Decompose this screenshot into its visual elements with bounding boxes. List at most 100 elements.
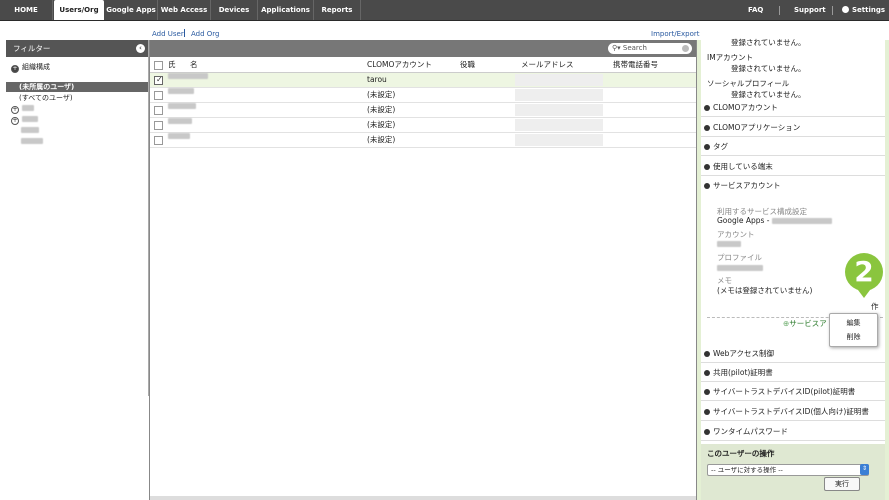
chevron-down-icon (704, 125, 710, 131)
row-clomo: (未設定) (367, 105, 396, 114)
tree-item-label: (未所属のユーザ) (19, 83, 75, 91)
chevron-down-icon (704, 370, 710, 376)
section-label: Webアクセス制御 (713, 349, 774, 358)
tree-item-label: (すべてのユーザ) (19, 94, 73, 102)
col-title[interactable]: 役職 (460, 57, 475, 72)
user-ops-select[interactable]: -- ユーザに対する操作 -- ⇕ (707, 464, 869, 476)
chevron-down-icon (704, 144, 710, 150)
org-tree-toggle[interactable]: + 組織構成 (11, 62, 50, 73)
collapse-icon[interactable]: ‹ (136, 44, 145, 53)
tab-users-org[interactable]: Users/Org (54, 0, 104, 20)
section-clomo-account[interactable]: CLOMOアカウント (701, 100, 885, 117)
support-link[interactable]: Support (794, 0, 826, 20)
row-checkbox[interactable] (154, 121, 163, 130)
section-web-access[interactable]: Webアクセス制御 (701, 346, 885, 363)
dropdown-arrow-icon: ⇕ (860, 464, 869, 475)
redacted-text (717, 241, 741, 247)
redacted-text (168, 118, 192, 124)
row-checkbox[interactable] (154, 136, 163, 145)
tab-web-access[interactable]: Web Access (158, 0, 211, 20)
add-user-link[interactable]: Add User (152, 30, 184, 38)
section-label: 共用(pilot)証明書 (713, 368, 773, 377)
check-icon: ✓ (156, 75, 163, 84)
section-cybertrust-personal[interactable]: サイバートラストデバイスID(個人向け)証明書 (701, 404, 885, 421)
menu-item-delete[interactable]: 削除 (830, 332, 877, 342)
row-checkbox[interactable] (154, 106, 163, 115)
row-checkbox[interactable] (154, 91, 163, 100)
tree-item-org[interactable]: + (11, 104, 34, 114)
row-clomo: tarou (367, 75, 387, 84)
table-row[interactable]: (未設定) (150, 133, 696, 148)
redacted-text (168, 103, 196, 109)
section-label: CLOMOアカウント (713, 103, 778, 112)
col-clomo-account[interactable]: CLOMOアカウント (367, 57, 432, 72)
row-email (515, 119, 603, 131)
gear-icon (842, 6, 849, 13)
detail-line: 登録されていません。 (731, 90, 806, 99)
redacted-text (168, 88, 194, 94)
col-first-name[interactable]: 名 (190, 57, 198, 72)
grid-toolbar: ⚲▾ Search (150, 40, 696, 57)
section-label: CLOMOアプリケーション (713, 123, 801, 132)
select-all-checkbox[interactable] (154, 61, 163, 70)
add-service-label: サービスア (789, 319, 827, 328)
menu-item-edit[interactable]: 編集 (830, 318, 877, 328)
table-row[interactable]: (未設定) (150, 103, 696, 118)
table-row[interactable]: (未設定) (150, 118, 696, 133)
row-clomo: (未設定) (367, 135, 396, 144)
expand-icon[interactable]: + (11, 117, 19, 125)
search-input[interactable]: ⚲▾ Search (608, 43, 692, 54)
section-otp[interactable]: ワンタイムパスワード (701, 424, 885, 441)
redacted-text (717, 265, 763, 271)
nav-separator (779, 6, 780, 15)
row-email (515, 104, 603, 116)
tree-item-org[interactable] (21, 137, 43, 145)
row-email (515, 134, 603, 146)
redacted-text (771, 218, 832, 224)
tab-home[interactable]: HOME (0, 0, 53, 20)
user-ops-title: このユーザーの操作 (707, 449, 775, 458)
section-label: タグ (713, 142, 728, 151)
execute-button[interactable]: 実行 (824, 477, 860, 491)
table-row[interactable]: ✓ tarou (150, 73, 696, 88)
context-menu: 編集 削除 (829, 313, 878, 347)
row-checkbox[interactable]: ✓ (154, 75, 163, 85)
search-placeholder: Search (622, 44, 647, 52)
section-devices[interactable]: 使用している端末 (701, 159, 885, 176)
col-last-name[interactable]: 氏 (168, 57, 176, 72)
section-shared-cert[interactable]: 共用(pilot)証明書 (701, 365, 885, 382)
tab-applications[interactable]: Applications (258, 0, 314, 20)
settings-link[interactable]: Settings (842, 0, 885, 20)
section-clomo-apps[interactable]: CLOMOアプリケーション (701, 120, 885, 137)
top-nav: HOME Users/Org Google Apps Web Access De… (0, 0, 889, 21)
section-label: サービスアカウント (713, 181, 781, 190)
chevron-down-icon (704, 409, 710, 415)
tree-item-org[interactable]: + (11, 115, 38, 125)
faq-link[interactable]: FAQ (748, 0, 763, 20)
tree-item-unassigned[interactable]: (未所属のユーザ) (6, 82, 148, 92)
section-label: サイバートラストデバイスID(個人向け)証明書 (713, 407, 869, 416)
chevron-down-icon (704, 389, 710, 395)
operations-fragment[interactable]: 作 (871, 301, 879, 312)
clear-icon[interactable] (682, 45, 689, 52)
tree-item-org[interactable] (21, 126, 39, 134)
add-service-account-link[interactable]: ⊕サービスア (783, 318, 827, 329)
col-phone[interactable]: 携帯電話番号 (613, 57, 658, 72)
import-export-link[interactable]: Import/Export (651, 30, 700, 38)
expand-icon[interactable]: + (11, 106, 19, 114)
tree-item-all-users[interactable]: (すべてのユーザ) (19, 93, 73, 103)
col-email[interactable]: メールアドレス (521, 57, 574, 72)
redacted-text (168, 133, 190, 139)
tab-reports[interactable]: Reports (314, 0, 361, 20)
tab-devices[interactable]: Devices (211, 0, 258, 20)
add-org-link[interactable]: Add Org (191, 30, 220, 38)
section-service-account[interactable]: サービスアカウント (701, 178, 885, 194)
filter-panel: フィルター ‹ + 組織構成 (未所属のユーザ) (すべてのユーザ) + + (6, 40, 149, 396)
section-tags[interactable]: タグ (701, 139, 885, 156)
horizontal-scrollbar[interactable] (150, 496, 696, 500)
tab-google-apps[interactable]: Google Apps (105, 0, 158, 20)
redacted-text (22, 105, 34, 111)
expand-icon: + (11, 65, 19, 73)
table-row[interactable]: (未設定) (150, 88, 696, 103)
section-cybertrust-pilot[interactable]: サイバートラストデバイスID(pilot)証明書 (701, 384, 885, 401)
